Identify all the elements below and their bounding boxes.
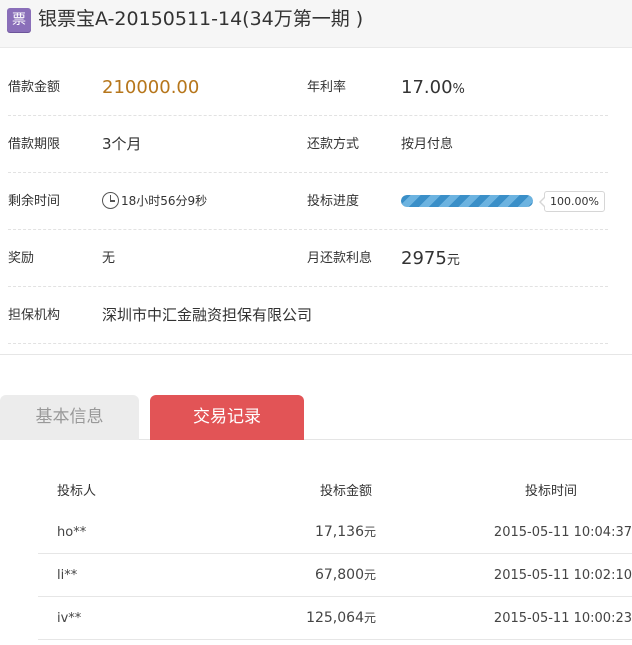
tab-bar: 基本信息 交易记录 xyxy=(0,395,632,440)
tab-basic-info[interactable]: 基本信息 xyxy=(0,395,139,440)
detail-row-term: 借款期限 3个月 还款方式 按月付息 xyxy=(8,116,608,173)
investment-amount: 67,800元 xyxy=(314,567,376,583)
repay-method-value: 按月付息 xyxy=(401,137,454,152)
detail-row-reward: 奖励 无 月还款利息 2975元 xyxy=(8,230,608,287)
clock-icon xyxy=(102,192,119,209)
investment-time: 2015-05-11 10:04:37 xyxy=(493,525,632,540)
term-label: 借款期限 xyxy=(8,137,61,152)
remaining-label: 剩余时间 xyxy=(8,194,61,209)
rate-label: 年利率 xyxy=(307,80,347,95)
monthly-interest-field: 2975元 xyxy=(401,230,460,289)
investment-amount: 17,136元 xyxy=(314,524,376,540)
tab-transaction-records[interactable]: 交易记录 xyxy=(150,395,304,440)
guarantor-value: 深圳市中汇金融资担保有限公司 xyxy=(102,306,313,324)
table-row: ho** 17,136元 2015-05-11 10:04:37 xyxy=(38,511,632,554)
investment-amount: 125,064元 xyxy=(306,610,376,626)
rate-value: 17.00 xyxy=(401,77,453,98)
progress-fill xyxy=(401,195,533,207)
detail-row-remaining: 剩余时间 18小时56分9秒 投标进度 100.00% xyxy=(8,173,608,230)
amount-value: 210000.00 xyxy=(102,77,200,98)
term-value: 3个月 xyxy=(102,135,142,153)
monthly-interest-label: 月还款利息 xyxy=(307,251,373,266)
investor-name: li** xyxy=(57,568,78,583)
loan-title: 银票宝A-20150511-14(34万第一期 ) xyxy=(38,8,364,30)
section-divider xyxy=(0,354,632,355)
ticket-badge-icon: 票 xyxy=(7,8,31,32)
investment-time: 2015-05-11 10:02:10 xyxy=(493,568,632,583)
header-time: 投标时间 xyxy=(524,484,577,499)
guarantor-label: 担保机构 xyxy=(8,308,61,323)
detail-row-guarantor: 担保机构 深圳市中汇金融资担保有限公司 xyxy=(8,287,608,344)
loan-header: 票 银票宝A-20150511-14(34万第一期 ) xyxy=(0,0,632,48)
header-investor: 投标人 xyxy=(57,484,97,499)
investor-name: ho** xyxy=(57,525,87,540)
progress-bar xyxy=(401,195,533,207)
remaining-countdown: 18小时56分9秒 xyxy=(121,194,208,208)
monthly-interest-unit: 元 xyxy=(446,253,460,268)
header-amount: 投标金额 xyxy=(319,484,372,499)
table-row: iv** 125,064元 2015-05-11 10:00:23 xyxy=(38,597,632,640)
progress-percent-tooltip: 100.00% xyxy=(539,191,605,212)
investor-name: iv** xyxy=(57,611,82,626)
monthly-interest-value: 2975 xyxy=(401,248,447,269)
reward-value: 无 xyxy=(102,251,116,266)
investment-time: 2015-05-11 10:00:23 xyxy=(493,611,632,626)
amount-label: 借款金额 xyxy=(8,80,61,95)
detail-row-amount: 借款金额 210000.00 年利率 17.00% xyxy=(8,59,608,116)
table-row: li** 67,800元 2015-05-11 10:02:10 xyxy=(38,554,632,597)
reward-label: 奖励 xyxy=(8,251,35,266)
records-table-header: 投标人 投标金额 投标时间 xyxy=(38,472,632,512)
progress-label: 投标进度 xyxy=(307,194,360,209)
rate-unit: % xyxy=(452,82,465,97)
repay-method-label: 还款方式 xyxy=(307,137,360,152)
rate-field: 17.00% xyxy=(401,59,465,118)
